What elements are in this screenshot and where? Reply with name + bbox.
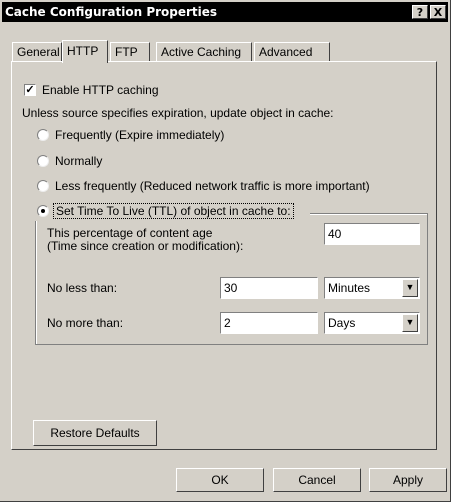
tab-label: Advanced (259, 45, 313, 59)
no-less-than-label: No less than: (47, 281, 118, 295)
tab-active-caching[interactable]: Active Caching (156, 42, 252, 62)
dropdown-arrow-icon[interactable]: ▼ (402, 279, 418, 297)
percentage-label: This percentage of content age (47, 226, 213, 240)
no-less-than-unit-value: Minutes (328, 281, 371, 295)
percentage-label-sub: (Time since creation or modification): (47, 239, 244, 253)
no-less-than-input[interactable]: 30 (220, 277, 318, 299)
radio-frequently-label: Frequently (Expire immediately) (55, 128, 225, 142)
no-more-than-input[interactable]: 2 (220, 312, 318, 334)
restore-defaults-button[interactable]: Restore Defaults (33, 420, 157, 446)
tab-advanced[interactable]: Advanced (254, 42, 330, 62)
no-more-than-unit-value: Days (328, 316, 356, 330)
radio-normally-label: Normally (55, 154, 103, 168)
tab-label: General (17, 45, 60, 59)
dropdown-arrow-icon[interactable]: ▼ (402, 314, 418, 332)
enable-http-caching-checkbox[interactable]: ✓ (24, 84, 36, 96)
percentage-input[interactable]: 40 (324, 223, 420, 245)
help-button[interactable]: ? (412, 5, 428, 19)
ok-button[interactable]: OK (176, 468, 264, 492)
tab-label: FTP (115, 45, 138, 59)
radio-selected-dot (41, 209, 45, 213)
no-less-than-unit-select[interactable]: Minutes ▼ (324, 277, 420, 299)
radio-set-ttl-label: Set Time To Live (TTL) of object in cach… (53, 203, 294, 219)
tab-ftp[interactable]: FTP (110, 42, 150, 62)
expiration-prompt: Unless source specifies expiration, upda… (22, 106, 334, 120)
radio-less-frequently-label: Less frequently (Reduced network traffic… (55, 179, 370, 193)
close-button[interactable]: X (430, 5, 446, 19)
radio-less-frequently[interactable] (37, 180, 49, 192)
properties-dialog: Cache Configuration Properties ? X Gener… (0, 0, 451, 502)
tab-label: HTTP (67, 44, 99, 58)
radio-normally[interactable] (37, 155, 49, 167)
radio-set-ttl[interactable] (37, 205, 49, 217)
tab-label: Active Caching (161, 45, 242, 59)
title-bar: Cache Configuration Properties ? X (2, 2, 448, 22)
tab-general[interactable]: General (12, 42, 62, 62)
enable-http-caching-label: Enable HTTP caching (42, 83, 159, 97)
radio-frequently[interactable] (37, 129, 49, 141)
no-more-than-unit-select[interactable]: Days ▼ (324, 312, 420, 334)
dialog-title: Cache Configuration Properties (5, 5, 218, 19)
no-more-than-label: No more than: (47, 316, 124, 330)
cancel-button[interactable]: Cancel (273, 468, 361, 492)
apply-button[interactable]: Apply (369, 468, 447, 492)
tab-http[interactable]: HTTP (62, 40, 108, 63)
